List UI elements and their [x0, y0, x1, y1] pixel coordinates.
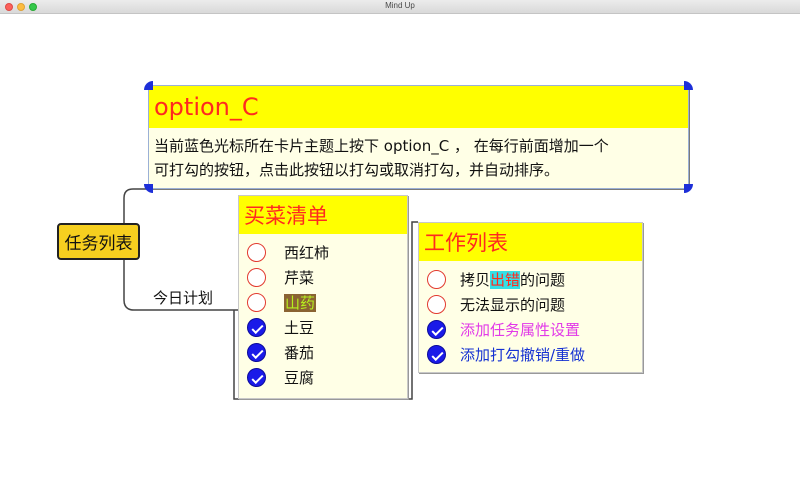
root-node-task-list[interactable]: 任务列表	[57, 223, 140, 260]
list-item: 无法显示的问题	[419, 292, 642, 317]
item-label: 番茄	[284, 344, 315, 362]
checked-circle-icon[interactable]	[247, 368, 266, 387]
item-label: 芹菜	[284, 269, 315, 287]
unchecked-circle-icon[interactable]	[247, 268, 266, 287]
checklist: 西红柿 芹菜 山药 土豆 番茄 豆腐	[239, 234, 407, 390]
item-label-part: 拷贝	[460, 271, 491, 289]
unchecked-circle-icon[interactable]	[247, 293, 266, 312]
item-label: 添加打勾撤销/重做	[460, 346, 586, 364]
root-node-label: 任务列表	[64, 234, 133, 254]
checked-circle-icon[interactable]	[247, 318, 266, 337]
item-label: 拷贝出错的问题	[460, 269, 565, 290]
card-work-list[interactable]: 工作列表 拷贝出错的问题 无法显示的问题 添加任务属性设置 添加打勾撤销/重做	[418, 222, 643, 373]
highlighted-text: 出错	[490, 271, 521, 289]
unchecked-circle-icon[interactable]	[247, 243, 266, 262]
item-label-part: 的问题	[520, 271, 566, 289]
checked-circle-icon[interactable]	[247, 343, 266, 362]
highlighted-text: 山药	[284, 294, 317, 312]
list-item: 西红柿	[239, 240, 407, 265]
card-option-c[interactable]: option_C 当前蓝色光标所在卡片主题上按下 option_C ， 在每行前…	[144, 81, 693, 193]
list-item: 豆腐	[239, 365, 407, 390]
card-title[interactable]: 买菜清单	[239, 196, 407, 234]
checklist: 拷贝出错的问题 无法显示的问题 添加任务属性设置 添加打勾撤销/重做	[419, 261, 642, 367]
list-item: 山药	[239, 290, 407, 315]
desc-line-1: 当前蓝色光标所在卡片主题上按下 option_C ， 在每行前面增加一个	[154, 137, 609, 155]
desc-line-2: 可打勾的按钮，点击此按钮以打勾或取消打勾，并自动排序。	[154, 161, 560, 179]
card-shopping-list[interactable]: 买菜清单 西红柿 芹菜 山药 土豆 番茄 豆腐	[238, 195, 408, 399]
list-item: 土豆	[239, 315, 407, 340]
item-label-highlighted: 山药	[284, 292, 317, 313]
list-item: 添加打勾撤销/重做	[419, 342, 642, 367]
item-label: 土豆	[284, 319, 315, 337]
item-label: 西红柿	[284, 244, 330, 262]
unchecked-circle-icon[interactable]	[427, 295, 446, 314]
item-label: 豆腐	[284, 369, 315, 387]
list-item: 番茄	[239, 340, 407, 365]
list-item: 添加任务属性设置	[419, 317, 642, 342]
card-description: 当前蓝色光标所在卡片主题上按下 option_C ， 在每行前面增加一个 可打勾…	[149, 128, 688, 182]
list-item: 芹菜	[239, 265, 407, 290]
unchecked-circle-icon[interactable]	[427, 270, 446, 289]
checked-circle-icon[interactable]	[427, 345, 446, 364]
checked-circle-icon[interactable]	[427, 320, 446, 339]
item-label: 添加任务属性设置	[460, 321, 581, 339]
edge-label-today-plan[interactable]: 今日计划	[153, 287, 213, 308]
card-title[interactable]: 工作列表	[419, 223, 642, 261]
card-title[interactable]: option_C	[149, 86, 688, 128]
item-label: 无法显示的问题	[460, 296, 566, 314]
list-item: 拷贝出错的问题	[419, 267, 642, 292]
